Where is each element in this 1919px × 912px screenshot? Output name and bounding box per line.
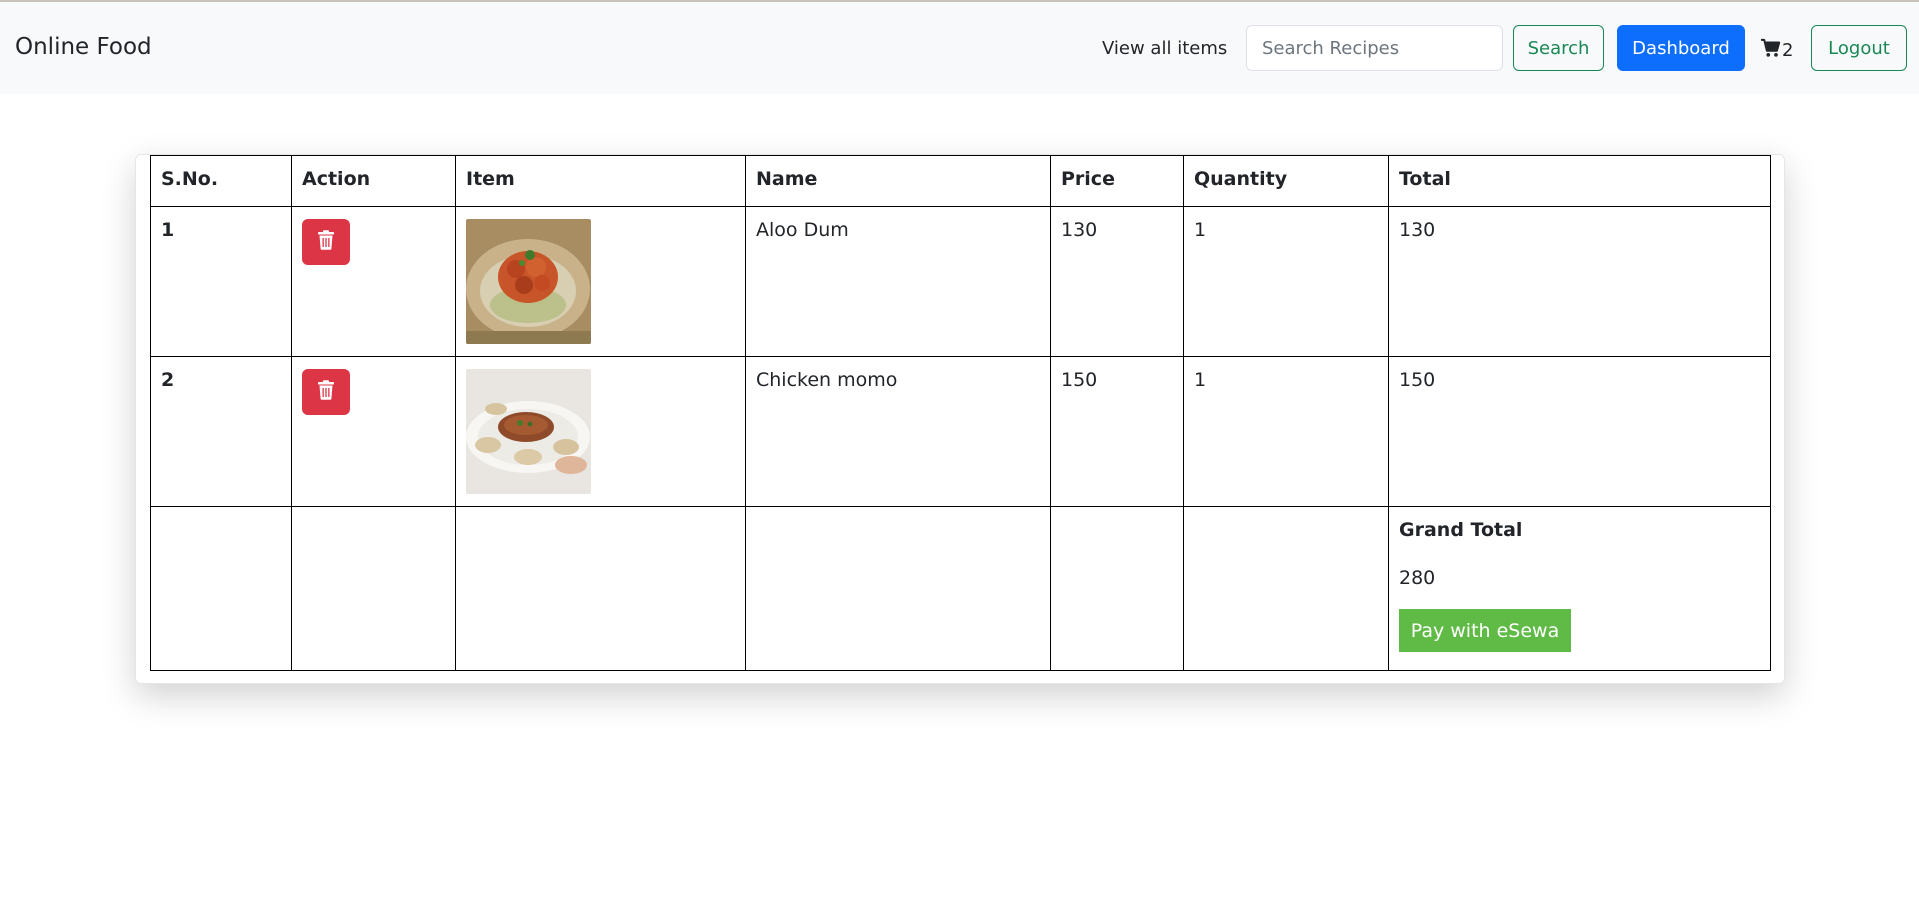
header-quantity: Quantity [1183,155,1389,207]
header-price: Price [1050,155,1184,207]
row-item [455,206,746,357]
trash-icon [317,379,335,405]
chicken-momo-image [466,369,591,494]
empty-cell [291,506,456,671]
empty-cell [150,506,292,671]
grand-total-row: Grand Total 280 Pay with eSewa [150,506,1771,671]
empty-cell [1183,506,1389,671]
pay-with-esewa-button[interactable]: Pay with eSewa [1399,609,1571,652]
header-name: Name [745,155,1051,207]
navbar: Online Food View all items Search Dashbo… [0,2,1919,94]
aloo-dum-image [466,219,591,344]
empty-cell [455,506,746,671]
row-name: Aloo Dum [745,206,1051,357]
header-action: Action [291,155,456,207]
empty-cell [1050,506,1184,671]
grand-total-value: 280 [1399,567,1436,589]
delete-button[interactable] [302,369,350,415]
cart-count: 2 [1782,40,1794,61]
row-action [291,206,456,357]
search-input[interactable] [1246,25,1503,71]
view-all-items-link[interactable]: View all items [1102,38,1227,59]
row-sno: 1 [150,206,292,357]
trash-icon [317,229,335,255]
cart-table: S.No. Action Item Name Price Quantity To… [150,155,1771,671]
row-total: 150 [1388,356,1771,507]
grand-total-label: Grand Total [1399,519,1523,541]
header-sno: S.No. [150,155,292,207]
delete-button[interactable] [302,219,350,265]
row-action [291,356,456,507]
header-total: Total [1388,155,1771,207]
table-row: 2 Chicken momo 150 1 150 [150,356,1771,507]
cart-link[interactable]: 2 [1760,38,1793,63]
row-quantity: 1 [1183,206,1389,357]
brand-link[interactable]: Online Food [15,34,152,60]
table-row: 1 Aloo Dum 130 1 130 [150,206,1771,357]
row-item [455,356,746,507]
dashboard-button[interactable]: Dashboard [1617,25,1745,71]
table-header-row: S.No. Action Item Name Price Quantity To… [150,155,1771,207]
row-price: 130 [1050,206,1184,357]
header-item: Item [455,155,746,207]
empty-cell [745,506,1051,671]
logout-button[interactable]: Logout [1811,25,1907,71]
row-sno: 2 [150,356,292,507]
grand-total-cell: Grand Total 280 Pay with eSewa [1388,506,1771,671]
cart-icon [1760,38,1782,63]
row-price: 150 [1050,356,1184,507]
row-total: 130 [1388,206,1771,357]
search-button[interactable]: Search [1513,25,1604,71]
row-quantity: 1 [1183,356,1389,507]
row-name: Chicken momo [745,356,1051,507]
